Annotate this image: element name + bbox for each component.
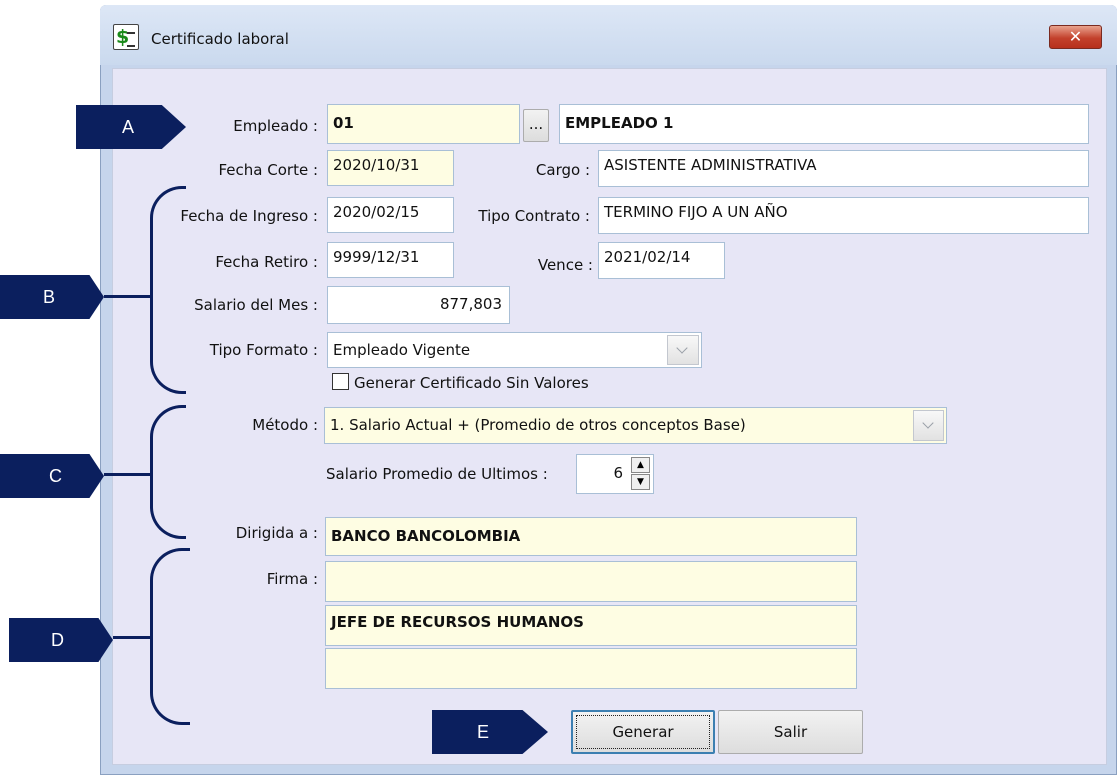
- metodo-value: 1. Salario Actual + (Promedio de otros c…: [330, 416, 746, 434]
- annotation-tag-d: D: [9, 618, 113, 662]
- fecha-retiro-field: 9999/12/31: [327, 242, 454, 278]
- close-button[interactable]: ✕: [1049, 25, 1102, 49]
- certificate-app-icon: $: [113, 24, 139, 50]
- fecha-retiro-label: Fecha Retiro :: [215, 253, 318, 271]
- bracket-d-connector: [113, 636, 152, 639]
- firma-line1-input[interactable]: [325, 561, 857, 602]
- bracket-b: [150, 186, 186, 394]
- salario-mes-field: 877,803: [327, 286, 510, 324]
- metodo-select[interactable]: 1. Salario Actual + (Promedio de otros c…: [324, 407, 947, 444]
- sin-valores-checkbox[interactable]: [332, 373, 349, 390]
- fecha-corte-label: Fecha Corte :: [218, 161, 319, 179]
- spin-up-icon[interactable]: ▲: [631, 457, 650, 473]
- sin-valores-label: Generar Certificado Sin Valores: [354, 374, 589, 392]
- dirigida-input[interactable]: BANCO BANCOLOMBIA: [325, 517, 857, 556]
- firma-line3-input[interactable]: [325, 648, 857, 689]
- spin-down-icon[interactable]: ▼: [631, 474, 650, 490]
- generar-button[interactable]: Generar: [571, 710, 715, 754]
- tipo-formato-select[interactable]: Empleado Vigente: [327, 332, 702, 368]
- bracket-b-connector: [104, 295, 152, 298]
- tipo-formato-value: Empleado Vigente: [333, 341, 471, 359]
- chevron-down-icon[interactable]: [913, 410, 944, 441]
- chevron-down-icon[interactable]: [667, 335, 699, 365]
- empleado-label: Empleado :: [233, 117, 318, 135]
- vence-field: 2021/02/14: [598, 242, 725, 279]
- salario-promedio-label: Salario Promedio de Ultimos :: [326, 465, 548, 483]
- salir-button[interactable]: Salir: [718, 710, 863, 754]
- empleado-browse-button[interactable]: ...: [523, 109, 549, 142]
- bracket-c: [150, 405, 186, 539]
- generar-button-label: Generar: [612, 723, 674, 741]
- firma-line2-input[interactable]: JEFE DE RECURSOS HUMANOS: [325, 605, 857, 646]
- tipo-contrato-label: Tipo Contrato :: [478, 207, 590, 225]
- bracket-d: [150, 548, 190, 725]
- fecha-ingreso-field: 2020/02/15: [327, 197, 454, 233]
- cargo-field: ASISTENTE ADMINISTRATIVA: [598, 150, 1089, 187]
- annotation-tag-c: C: [0, 454, 104, 498]
- bracket-c-connector: [104, 473, 152, 476]
- fecha-corte-input[interactable]: 2020/10/31: [327, 150, 454, 186]
- tipo-contrato-field: TERMINO FIJO A UN AÑO: [598, 197, 1089, 234]
- empleado-code-input[interactable]: 01: [327, 104, 520, 144]
- vence-label: Vence :: [537, 256, 593, 274]
- cargo-label: Cargo :: [535, 161, 590, 179]
- empleado-name-field: EMPLEADO 1: [559, 104, 1089, 144]
- window-title: Certificado laboral: [151, 30, 289, 48]
- annotation-tag-b: B: [0, 275, 104, 319]
